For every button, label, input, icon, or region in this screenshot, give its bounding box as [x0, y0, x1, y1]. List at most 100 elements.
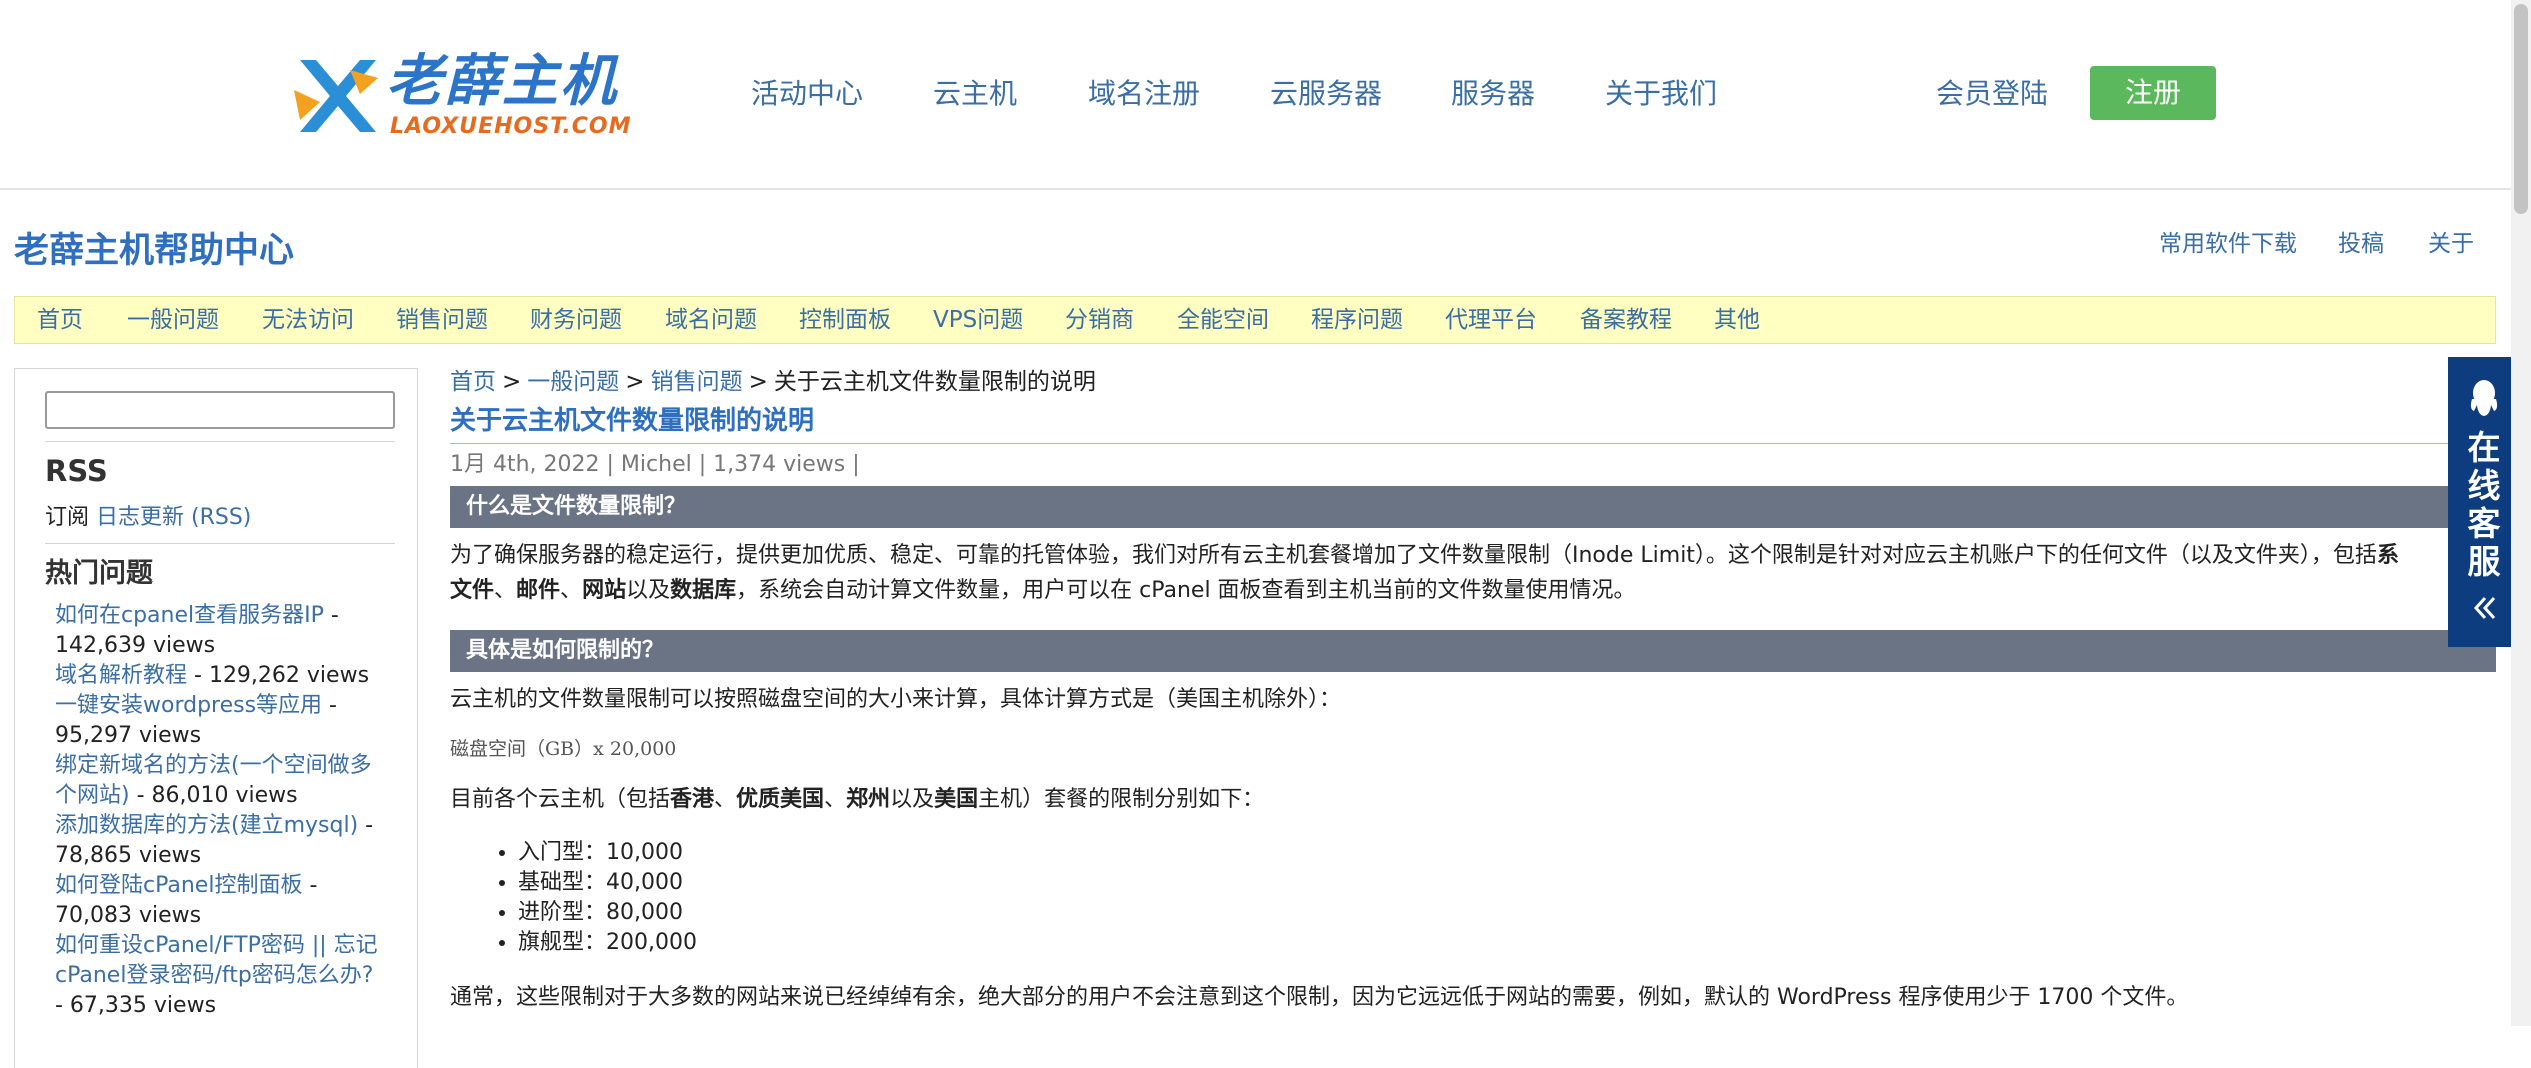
paragraph-text: 为了确保服务器的稳定运行，提供更加优质、稳定、可靠的托管体验，我们对所有云主机套… [450, 543, 2377, 568]
cat-control-panel[interactable]: 控制面板 [799, 305, 891, 335]
sidebar: RSS 订阅 日志更新 (RSS) 热门问题 如何在cpanel查看服务器IP … [14, 368, 418, 1068]
popular-question-link[interactable]: 如何在cpanel查看服务器IP [55, 603, 324, 628]
list-item: 如何在cpanel查看服务器IP - 142,639 views [55, 601, 385, 661]
divider [45, 543, 395, 544]
list-item: 添加数据库的方法(建立mysql) - 78,865 views [55, 811, 385, 871]
popular-question-link[interactable]: 域名解析教程 [55, 663, 187, 688]
category-nav: 首页 一般问题 无法访问 销售问题 财务问题 域名问题 控制面板 VPS问题 分… [14, 296, 2496, 344]
breadcrumb: 首页 > 一般问题 > 销售问题 > 关于云主机文件数量限制的说明 [450, 364, 1096, 400]
breadcrumb-separator: > [625, 369, 645, 395]
popular-question-link[interactable]: 如何重设cPanel/FTP密码 || 忘记cPanel登录密码/ftp密码怎么… [55, 933, 378, 988]
list-item: 域名解析教程 - 129,262 views [55, 661, 385, 691]
article-main: 首页 > 一般问题 > 销售问题 > 关于云主机文件数量限制的说明 关于云主机文件数量限制的… [450, 364, 2496, 1026]
paragraph-text: ，系统会自动计算文件数量，用户可以在 cPanel 面板查看到主机当前的文件数量… [736, 578, 1636, 603]
divider [45, 441, 395, 442]
cat-general[interactable]: 一般问题 [127, 305, 219, 335]
cat-program[interactable]: 程序问题 [1311, 305, 1403, 335]
view-count: - 67,335 views [55, 993, 217, 1018]
search-input[interactable] [45, 391, 395, 429]
register-button[interactable]: 注册 [2090, 66, 2216, 120]
cat-finance[interactable]: 财务问题 [530, 305, 622, 335]
online-service-label: 在 线 客 服 [2448, 429, 2520, 581]
breadcrumb-separator: > [502, 369, 522, 395]
list-item: 基础型：40,000 [518, 868, 697, 898]
cat-agent[interactable]: 代理平台 [1445, 305, 1537, 335]
list-item: 一键安装wordpress等应用 - 95,297 views [55, 691, 385, 751]
popular-questions-list: 如何在cpanel查看服务器IP - 142,639 views 域名解析教程 … [55, 601, 385, 1021]
popular-question-link[interactable]: 添加数据库的方法(建立mysql) [55, 813, 358, 838]
list-item: 旗舰型：200,000 [518, 928, 697, 958]
list-item: 进阶型：80,000 [518, 898, 697, 928]
nav-cloud-server[interactable]: 云服务器 [1270, 74, 1382, 114]
breadcrumb-home[interactable]: 首页 [450, 369, 496, 395]
nav-about[interactable]: 关于我们 [1605, 74, 1717, 114]
site-header: 老薛主机 LAOXUEHOST.COM 活动中心 云主机 域名注册 云服务器 服… [0, 0, 2531, 190]
software-download-link[interactable]: 常用软件下载 [2159, 228, 2297, 260]
nav-domain[interactable]: 域名注册 [1088, 74, 1200, 114]
popular-question-link[interactable]: 一键安装wordpress等应用 [55, 693, 322, 718]
breadcrumb-current: 关于云主机文件数量限制的说明 [773, 369, 1096, 395]
popular-question-link[interactable]: 如何登陆cPanel控制面板 [55, 873, 302, 898]
chat-char: 客 [2467, 504, 2501, 543]
cat-home[interactable]: 首页 [37, 305, 83, 335]
breadcrumb-sales[interactable]: 销售问题 [651, 369, 743, 395]
bold-text: 文件 [450, 578, 495, 603]
cat-domain[interactable]: 域名问题 [665, 305, 757, 335]
rss-feed-link[interactable]: 日志更新 (RSS) [96, 505, 251, 530]
cat-vps[interactable]: VPS问题 [933, 305, 1023, 335]
bold-text: 数据库 [670, 578, 737, 603]
cat-sales[interactable]: 销售问题 [396, 305, 488, 335]
paragraph-text: 以及 [626, 578, 671, 603]
logo-domain-text: LAOXUEHOST.COM [390, 114, 632, 139]
online-service-widget[interactable]: 在 线 客 服 [2448, 357, 2520, 647]
chat-char: 在 [2467, 428, 2501, 467]
logo-mark-icon [294, 60, 378, 132]
chat-char: 服 [2467, 542, 2501, 581]
qq-icon [2470, 380, 2498, 416]
about-link[interactable]: 关于 [2428, 228, 2474, 260]
bold-text: 系 [2376, 543, 2399, 568]
paragraph-text: 以及 [890, 787, 935, 812]
nav-server[interactable]: 服务器 [1451, 74, 1535, 114]
article-title[interactable]: 关于云主机文件数量限制的说明 [450, 402, 2496, 444]
breadcrumb-separator: > [748, 369, 768, 395]
list-item: 绑定新域名的方法(一个空间做多个网站) - 86,010 views [55, 751, 385, 811]
list-item: 如何登陆cPanel控制面板 - 70,083 views [55, 871, 385, 931]
bold-text: 邮件 [516, 578, 561, 603]
article-paragraph: 目前各个云主机（包括香港、优质美国、郑州以及美国主机）套餐的限制分别如下： [450, 782, 2450, 817]
article-meta: 1月 4th, 2022 | Michel | 1,374 views | [450, 452, 860, 477]
cat-other[interactable]: 其他 [1714, 305, 1760, 335]
list-item: 如何重设cPanel/FTP密码 || 忘记cPanel登录密码/ftp密码怎么… [55, 931, 385, 1021]
rss-heading: RSS [45, 454, 108, 488]
paragraph-text: 、 [714, 787, 737, 812]
site-logo[interactable]: 老薛主机 LAOXUEHOST.COM [290, 48, 630, 144]
nav-activities[interactable]: 活动中心 [751, 74, 863, 114]
scrollbar-thumb[interactable] [2514, 4, 2528, 214]
popular-questions-heading: 热门问题 [45, 558, 153, 589]
view-count: - 129,262 views [187, 663, 370, 688]
chat-char: 线 [2467, 466, 2501, 505]
article-paragraph: 文件、邮件、网站以及数据库，系统会自动计算文件数量，用户可以在 cPanel 面… [450, 573, 2450, 608]
article-paragraph: 云主机的文件数量限制可以按照磁盘空间的大小来计算，具体计算方式是（美国主机除外）… [450, 687, 1342, 712]
paragraph-text: 目前各个云主机（包括 [450, 787, 671, 812]
article-paragraph: 为了确保服务器的稳定运行，提供更加优质、稳定、可靠的托管体验，我们对所有云主机套… [450, 538, 2450, 573]
login-link[interactable]: 会员登陆 [1936, 74, 2048, 114]
cat-icp[interactable]: 备案教程 [1580, 305, 1672, 335]
bold-text: 网站 [582, 578, 627, 603]
section-heading: 什么是文件数量限制？ [450, 486, 2496, 528]
cat-all-in-one[interactable]: 全能空间 [1177, 305, 1269, 335]
rss-subscribe: 订阅 日志更新 (RSS) [45, 503, 251, 533]
help-center-title[interactable]: 老薛主机帮助中心 [14, 228, 294, 274]
bold-text: 美国 [934, 787, 979, 812]
bold-text: 香港 [670, 787, 715, 812]
breadcrumb-general[interactable]: 一般问题 [527, 369, 619, 395]
cat-access[interactable]: 无法访问 [262, 305, 354, 335]
bold-text: 郑州 [846, 787, 891, 812]
contribute-link[interactable]: 投稿 [2338, 228, 2384, 260]
article-paragraph: 通常，这些限制对于大多数的网站来说已经绰绰有余，绝大部分的用户不会注意到这个限制… [450, 985, 2189, 1010]
double-chevron-left-icon[interactable] [2472, 595, 2498, 621]
paragraph-text: 、 [560, 578, 583, 603]
nav-cloud-host[interactable]: 云主机 [933, 74, 1017, 114]
cat-reseller[interactable]: 分销商 [1065, 305, 1134, 335]
section-heading: 具体是如何限制的？ [450, 630, 2496, 672]
